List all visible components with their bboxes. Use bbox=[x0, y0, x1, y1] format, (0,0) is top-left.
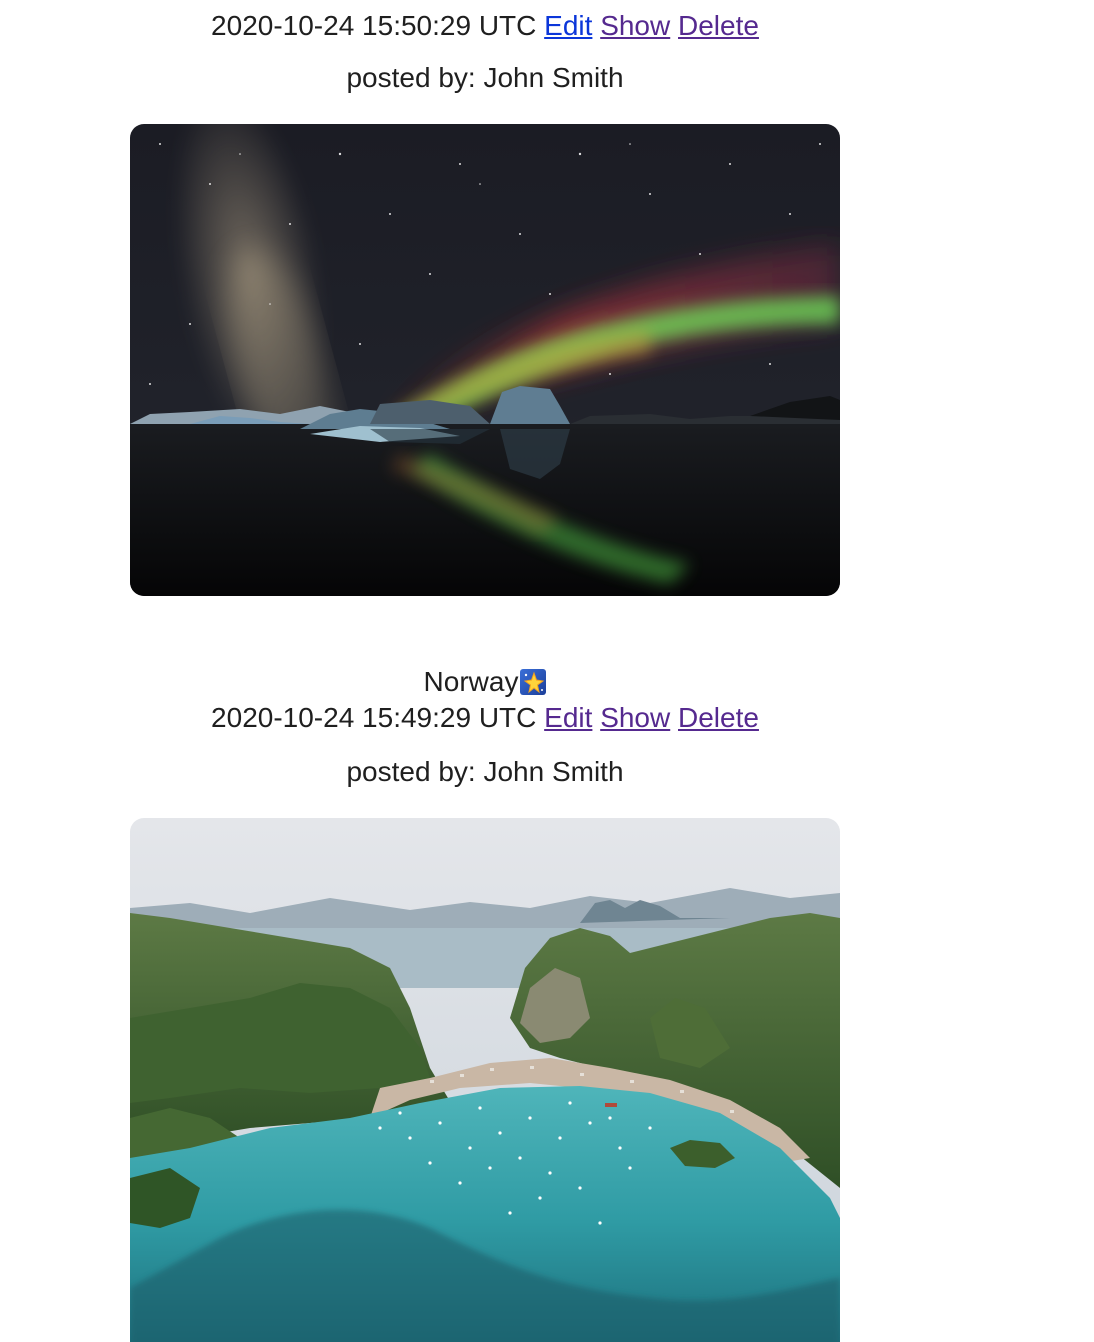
post-title-text: Norway bbox=[423, 666, 519, 697]
post-1: 2020-10-24 15:50:29 UTC Edit Show Delete… bbox=[0, 8, 970, 96]
post-2: Norway 2020-10-24 15:49:29 UTC Edit Show… bbox=[0, 664, 970, 790]
post-meta: 2020-10-24 15:49:29 UTC Edit Show Delete bbox=[0, 700, 970, 736]
sparkle-star-emoji-icon bbox=[520, 669, 547, 695]
aurora-image bbox=[130, 124, 840, 596]
feed-page: 2020-10-24 15:50:29 UTC Edit Show Delete… bbox=[0, 0, 1094, 1342]
posted-by: posted by: John Smith bbox=[346, 62, 624, 93]
post-meta: 2020-10-24 15:50:29 UTC Edit Show Delete bbox=[0, 8, 970, 44]
show-link[interactable]: Show bbox=[600, 10, 670, 41]
post-image[interactable] bbox=[130, 124, 840, 596]
bay-image bbox=[130, 818, 840, 1342]
post-image[interactable] bbox=[130, 818, 840, 1342]
edit-link[interactable]: Edit bbox=[544, 10, 592, 41]
posted-by: posted by: John Smith bbox=[346, 756, 624, 787]
delete-link[interactable]: Delete bbox=[678, 702, 759, 733]
post-title: Norway bbox=[0, 664, 970, 700]
post-timestamp: 2020-10-24 15:49:29 UTC bbox=[211, 702, 537, 733]
delete-link[interactable]: Delete bbox=[678, 10, 759, 41]
edit-link[interactable]: Edit bbox=[544, 702, 592, 733]
show-link[interactable]: Show bbox=[600, 702, 670, 733]
post-timestamp: 2020-10-24 15:50:29 UTC bbox=[211, 10, 537, 41]
